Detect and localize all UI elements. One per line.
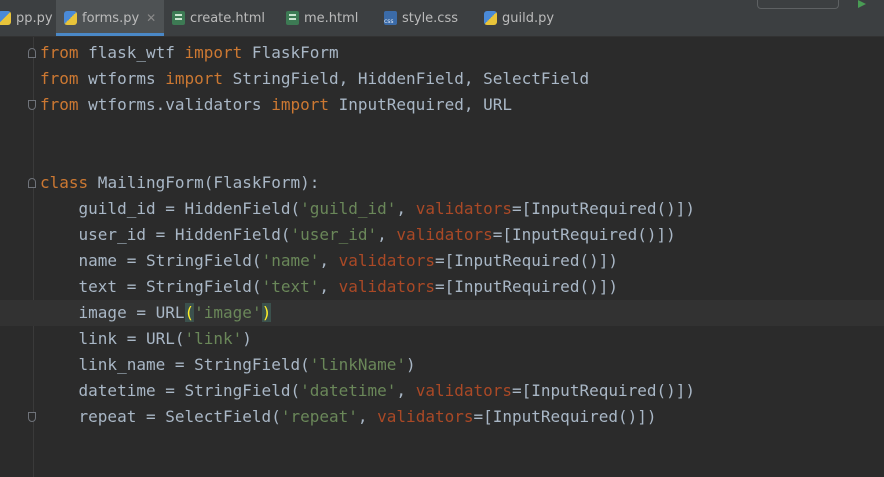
code-text: class MailingForm(FlaskForm): [40,173,320,192]
run-icon[interactable] [858,0,866,8]
fold-marker-icon[interactable] [28,178,36,188]
code-line: link = URL('link') [0,326,884,352]
html-file-icon [172,11,185,25]
fold-marker-icon[interactable] [28,100,36,110]
code-editor[interactable]: from flask_wtf import FlaskForm from wtf… [0,37,884,477]
html-file-icon [286,11,299,25]
tab-app-py[interactable]: pp.py [0,0,56,36]
code-text: from wtforms import StringField, HiddenF… [40,69,590,88]
code-text: datetime = StringField('datetime', valid… [40,381,696,400]
code-line: guild_id = HiddenField('guild_id', valid… [0,196,884,222]
code-line: repeat = SelectField('repeat', validator… [0,404,884,430]
python-file-icon [484,11,497,25]
code-line: datetime = StringField('datetime', valid… [0,378,884,404]
current-code-line: image = URL('image') [0,300,884,326]
code-text: image = URL('image') [40,303,272,322]
code-text: guild_id = HiddenField('guild_id', valid… [40,199,696,218]
code-line: text = StringField('text', validators=[I… [0,274,884,300]
code-line: user_id = HiddenField('user_id', validat… [0,222,884,248]
tab-style-css[interactable]: style.css [376,0,476,36]
tab-create-html[interactable]: create.html [164,0,278,36]
code-line: from flask_wtf import FlaskForm [0,40,884,66]
tab-label: pp.py [16,10,53,26]
editor-tab-bar: pp.py forms.py ✕ create.html me.html sty… [0,0,884,37]
code-line: link_name = StringField('linkName') [0,352,884,378]
tab-label: forms.py [82,10,140,26]
tab-guild-py[interactable]: guild.py [476,0,568,36]
code-line: class MailingForm(FlaskForm): [0,170,884,196]
code-text: repeat = SelectField('repeat', validator… [40,407,657,426]
code-text: name = StringField('name', validators=[I… [40,251,618,270]
code-text: from flask_wtf import FlaskForm [40,43,339,62]
code-line: name = StringField('name', validators=[I… [0,248,884,274]
python-file-icon [0,11,11,25]
code-line: from wtforms.validators import InputRequ… [0,92,884,118]
tab-label: style.css [402,10,458,26]
tab-me-html[interactable]: me.html [278,0,376,36]
close-tab-icon[interactable]: ✕ [146,11,156,25]
css-file-icon [384,11,397,25]
code-line: from wtforms import StringField, HiddenF… [0,66,884,92]
tab-label: guild.py [502,10,555,26]
tab-label: me.html [304,10,359,26]
git-branch-widget[interactable] [757,0,839,9]
code-text: link = URL('link') [40,329,252,348]
tab-label: create.html [190,10,266,26]
code-text: user_id = HiddenField('user_id', validat… [40,225,676,244]
code-text: link_name = StringField('linkName') [40,355,416,374]
python-file-icon [64,11,77,25]
fold-marker-icon[interactable] [28,412,36,422]
code-text: text = StringField('text', validators=[I… [40,277,618,296]
code-text: from wtforms.validators import InputRequ… [40,95,513,114]
tab-forms-py[interactable]: forms.py ✕ [56,0,164,36]
fold-marker-icon[interactable] [28,48,36,58]
